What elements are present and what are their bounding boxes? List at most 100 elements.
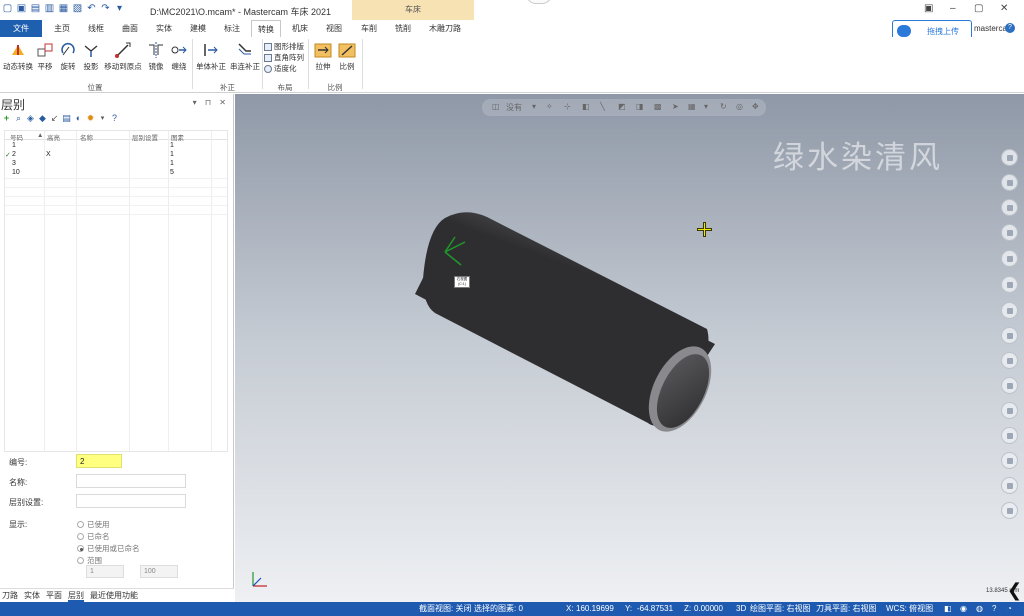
tab-view[interactable]: 视图 xyxy=(320,20,348,37)
save-icon[interactable]: ▣ xyxy=(16,3,27,14)
radio-named[interactable]: 已命名 xyxy=(77,531,110,542)
tab-levels[interactable]: 层别 xyxy=(68,589,84,602)
tab-turning[interactable]: 车削 xyxy=(355,20,383,37)
tab-modeling[interactable]: 建模 xyxy=(184,20,212,37)
layers-reset-icon[interactable]: ↙ xyxy=(50,114,59,123)
table-row[interactable]: ✓ 2 X 1 xyxy=(5,150,227,159)
tab-annotate[interactable]: 标注 xyxy=(218,20,246,37)
move-to-origin-button[interactable]: 移动到原点 xyxy=(103,41,143,72)
rotate-button[interactable]: 旋转 xyxy=(58,41,78,72)
radio-used-or-named[interactable]: 已使用或已命名 xyxy=(77,543,140,554)
pan-icon[interactable]: ✥ xyxy=(752,102,759,111)
tab-recent-functions[interactable]: 最近使用功能 xyxy=(90,589,138,602)
wireframe-icon[interactable] xyxy=(1001,302,1018,319)
tab-file[interactable]: 文件 xyxy=(0,20,42,37)
status-info-icon[interactable]: ◔ xyxy=(1007,602,1012,616)
dropdown-chevron-icon[interactable]: ▾ xyxy=(98,114,107,123)
grid-dropdown-icon[interactable]: ▾ xyxy=(704,102,708,111)
search-pull-icon[interactable] xyxy=(526,0,552,4)
open-icon[interactable]: ▤ xyxy=(30,3,41,14)
solid-icon[interactable]: ◨ xyxy=(636,102,644,111)
orbit-icon[interactable]: ◎ xyxy=(736,102,743,111)
layers-help-icon[interactable]: ? xyxy=(110,114,119,123)
fit-size-button[interactable]: 适度化 xyxy=(264,63,297,74)
view-select-icon[interactable]: ◫ xyxy=(492,102,500,111)
save-as-icon[interactable]: ▥ xyxy=(44,3,55,14)
tab-milling[interactable]: 铣削 xyxy=(389,20,417,37)
chain-offset-button[interactable]: 串连补正 xyxy=(228,41,262,72)
analyze-icon[interactable] xyxy=(1001,224,1018,241)
rotate-view-icon[interactable]: ↻ xyxy=(720,102,727,111)
panel-controls[interactable]: ▾ ⊓ ✕ xyxy=(193,98,229,107)
mode-toggle[interactable]: 3D xyxy=(736,602,746,616)
cylinder-part[interactable] xyxy=(415,209,725,439)
attribute-icon[interactable] xyxy=(1001,427,1018,444)
customize-qat-icon[interactable]: ▾ xyxy=(114,3,125,14)
single-offset-button[interactable]: 单体补正 xyxy=(195,41,227,72)
help-icon[interactable]: ? xyxy=(1005,23,1015,33)
zoom-in-icon[interactable] xyxy=(1001,149,1018,166)
layers-stack-icon[interactable]: ◈ xyxy=(26,114,35,123)
grid-icon[interactable]: ▦ xyxy=(688,102,696,111)
fit-view-icon[interactable] xyxy=(1001,199,1018,216)
range-from-field[interactable]: 1 xyxy=(86,565,124,578)
table-row[interactable]: 10 5 xyxy=(5,168,227,177)
stretch-button[interactable]: 拉伸 xyxy=(312,41,334,72)
tab-wood-carving[interactable]: 木雕刀路 xyxy=(424,20,466,37)
minimize-icon[interactable]: – xyxy=(950,3,956,14)
table-row[interactable]: 1 1 xyxy=(5,141,227,150)
layers-all-icon[interactable]: ◆ xyxy=(38,114,47,123)
dynamic-transform-button[interactable]: 动态转换 xyxy=(2,41,34,72)
tab-planes[interactable]: 平面 xyxy=(46,589,62,602)
settings-icon[interactable] xyxy=(1001,452,1018,469)
shade-icon[interactable] xyxy=(1001,327,1018,344)
zoom-out-icon[interactable] xyxy=(1001,174,1018,191)
ribbon-options-icon[interactable]: ▣ xyxy=(924,3,933,14)
tab-transform[interactable]: 转换 xyxy=(251,20,281,37)
rect-array-button[interactable]: 直角阵列 xyxy=(264,52,304,63)
collapse-arrow-icon[interactable]: ❮ xyxy=(1007,580,1022,601)
find-layer-icon[interactable]: ⌕ xyxy=(14,114,23,123)
translate-button[interactable]: 平移 xyxy=(34,41,56,72)
view-dropdown-icon[interactable]: ▾ xyxy=(532,102,536,111)
layer-set-field[interactable] xyxy=(76,494,186,508)
display-mode-icon[interactable]: ◧ xyxy=(944,602,952,616)
wcs-status[interactable]: WCS: 俯视图 xyxy=(886,602,933,616)
graphic-layout-button[interactable]: 图形排版 xyxy=(264,41,304,52)
tab-home[interactable]: 主页 xyxy=(48,20,76,37)
scale-button[interactable]: 比例 xyxy=(336,41,358,72)
radio-used[interactable]: 已使用 xyxy=(77,519,110,530)
tab-surfaces[interactable]: 曲面 xyxy=(116,20,144,37)
mesh-icon[interactable]: ▩ xyxy=(654,102,662,111)
tab-wireframe[interactable]: 线框 xyxy=(82,20,110,37)
maximize-icon[interactable]: ▢ xyxy=(974,3,983,14)
new-file-icon[interactable]: ▢ xyxy=(2,3,13,14)
tab-solids[interactable]: 实体 xyxy=(150,20,178,37)
layers-visible-icon[interactable]: ◐ xyxy=(74,114,83,123)
wrap-button[interactable]: 缠绕 xyxy=(168,41,190,72)
cancel-icon[interactable] xyxy=(1001,502,1018,519)
level-icon[interactable] xyxy=(1001,402,1018,419)
snap-icon[interactable]: ⊹ xyxy=(564,102,571,111)
layers-print-icon[interactable]: ▤ xyxy=(62,114,71,123)
range-to-field[interactable]: 100 xyxy=(140,565,178,578)
number-field[interactable]: 2 xyxy=(76,454,122,468)
globe-icon[interactable]: ◍ xyxy=(976,602,983,616)
tab-machine[interactable]: 机床 xyxy=(286,20,314,37)
tab-solids-manager[interactable]: 实体 xyxy=(24,589,40,602)
clear-color-icon[interactable] xyxy=(1001,377,1018,394)
measure-icon[interactable] xyxy=(1001,250,1018,267)
table-row[interactable]: 3 1 xyxy=(5,159,227,168)
tool-plane-status[interactable]: 刀具平面: 右视图 xyxy=(816,602,876,616)
add-layer-icon[interactable]: + xyxy=(2,114,11,123)
arrow-icon[interactable]: ➤ xyxy=(672,102,679,111)
graphics-viewport[interactable]: ◫ 没有 ▾ ✧ ⊹ ◧ ╲ ◩ ◨ ▩ ➤ ▦ ▾ ↻ ◎ ✥ 绿水染清风 右… xyxy=(235,94,1024,602)
print-preview-icon[interactable]: ▧ xyxy=(72,3,83,14)
mirror-button[interactable]: 镜像 xyxy=(146,41,166,72)
undo-icon[interactable]: ↶ xyxy=(86,3,97,14)
point-icon[interactable]: ✧ xyxy=(546,102,553,111)
print-icon[interactable]: ▦ xyxy=(58,3,69,14)
shaded-mode-icon[interactable]: ◉ xyxy=(960,602,967,616)
tab-toolpaths[interactable]: 刀路 xyxy=(2,589,18,602)
section-view-status[interactable]: 截面视图: 关闭 xyxy=(419,602,471,616)
